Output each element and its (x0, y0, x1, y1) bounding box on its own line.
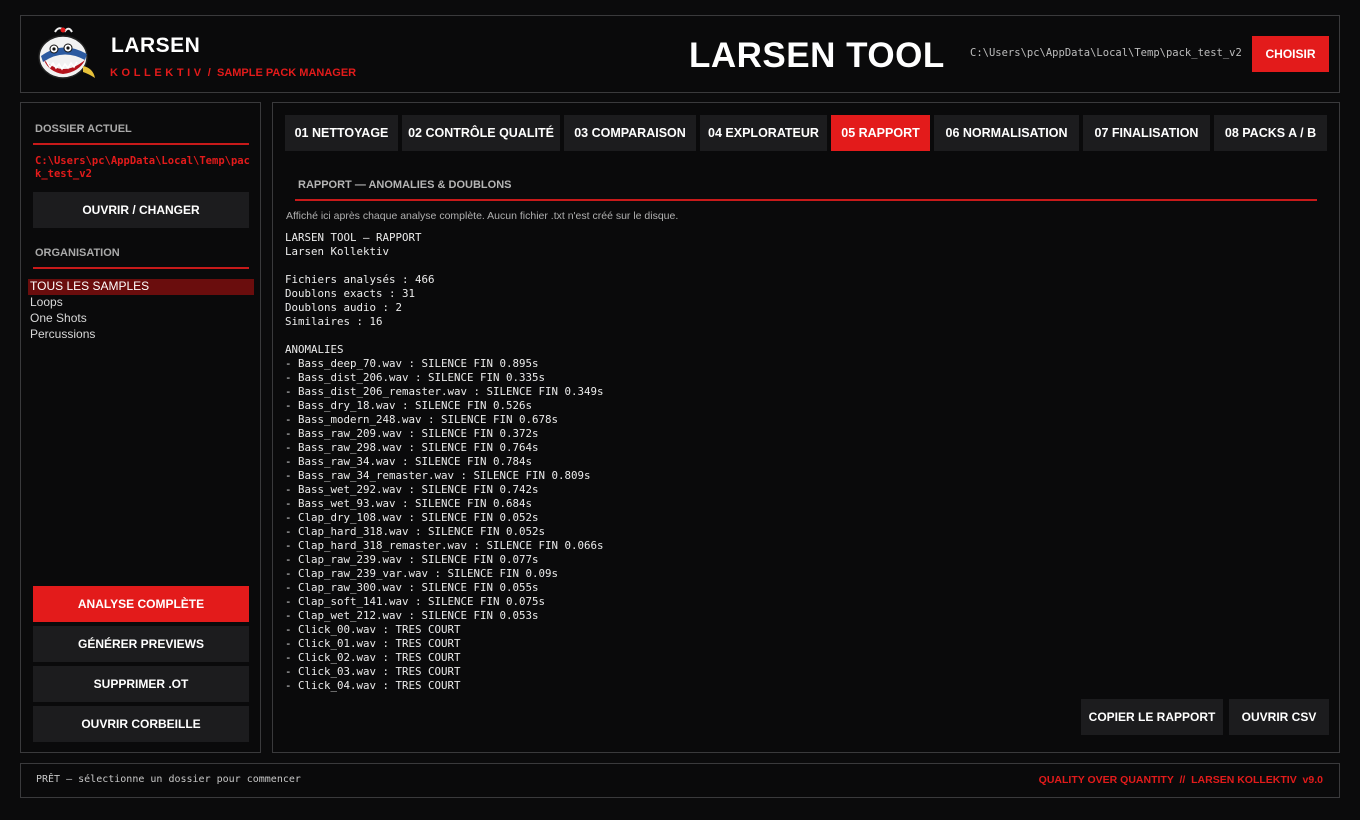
copy-report-button[interactable]: COPIER LE RAPPORT (1081, 699, 1223, 735)
current-folder-heading: DOSSIER ACTUEL (35, 123, 132, 135)
tab-explorateur[interactable]: 04 EXPLORATEUR (700, 115, 827, 151)
app-header: LARSEN KOLLEKTIV / SAMPLE PACK MANAGER L… (20, 15, 1340, 93)
brand-subtitle: KOLLEKTIV / SAMPLE PACK MANAGER (110, 67, 356, 79)
report-title: RAPPORT — ANOMALIES & DOUBLONS (298, 179, 512, 191)
current-folder-path: C:\Users\pc\AppData\Local\Temp\pack_test… (35, 155, 250, 180)
current-path-label: C:\Users\pc\AppData\Local\Temp\pack_test… (970, 47, 1242, 59)
delete-ot-button[interactable]: SUPPRIMER .OT (33, 666, 249, 702)
tab-finalisation[interactable]: 07 FINALISATION (1083, 115, 1210, 151)
brand-tagline: SAMPLE PACK MANAGER (216, 67, 357, 79)
open-change-button[interactable]: OUVRIR / CHANGER (33, 192, 249, 228)
organisation-heading: ORGANISATION (35, 247, 120, 259)
status-message: PRÊT — sélectionne un dossier pour comme… (36, 774, 301, 785)
brand-kollektiv: KOLLEKTIV (110, 67, 205, 79)
tab-packs-a-b[interactable]: 08 PACKS A / B (1214, 115, 1327, 151)
tab-rapport[interactable]: 05 RAPPORT (831, 115, 930, 151)
status-bar: PRÊT — sélectionne un dossier pour comme… (20, 763, 1340, 798)
tab-comparaison[interactable]: 03 COMPARAISON (564, 115, 696, 151)
brand-name: LARSEN (111, 34, 201, 57)
choose-folder-button[interactable]: CHOISIR (1252, 36, 1329, 72)
tab-controle-qualite[interactable]: 02 CONTRÔLE QUALITÉ (402, 115, 560, 151)
main-panel: 01 NETTOYAGE 02 CONTRÔLE QUALITÉ 03 COMP… (272, 102, 1340, 753)
generate-previews-button[interactable]: GÉNÉRER PREVIEWS (33, 626, 249, 662)
tab-normalisation[interactable]: 06 NORMALISATION (934, 115, 1079, 151)
section-divider (295, 199, 1317, 201)
app-title: LARSEN TOOL (689, 36, 945, 75)
org-item-loops[interactable]: Loops (28, 295, 254, 311)
full-analysis-button[interactable]: ANALYSE COMPLÈTE (33, 586, 249, 622)
tab-nettoyage[interactable]: 01 NETTOYAGE (285, 115, 398, 151)
section-divider (33, 267, 249, 269)
org-item-all-samples[interactable]: TOUS LES SAMPLES (28, 279, 254, 295)
brand-separator: / (207, 67, 211, 79)
org-item-percussions[interactable]: Percussions (28, 327, 254, 343)
whale-mascot-logo-icon (35, 26, 97, 82)
report-text-area[interactable]: LARSEN TOOL — RAPPORT Larsen Kollektiv F… (285, 231, 1325, 693)
open-csv-button[interactable]: OUVRIR CSV (1229, 699, 1329, 735)
footer-tagline: QUALITY OVER QUANTITY // LARSEN KOLLEKTI… (1038, 774, 1323, 786)
section-divider (33, 143, 249, 145)
report-hint: Affiché ici après chaque analyse complèt… (286, 210, 679, 222)
open-trash-button[interactable]: OUVRIR CORBEILLE (33, 706, 249, 742)
sidebar: DOSSIER ACTUEL C:\Users\pc\AppData\Local… (20, 102, 261, 753)
org-item-one-shots[interactable]: One Shots (28, 311, 254, 327)
